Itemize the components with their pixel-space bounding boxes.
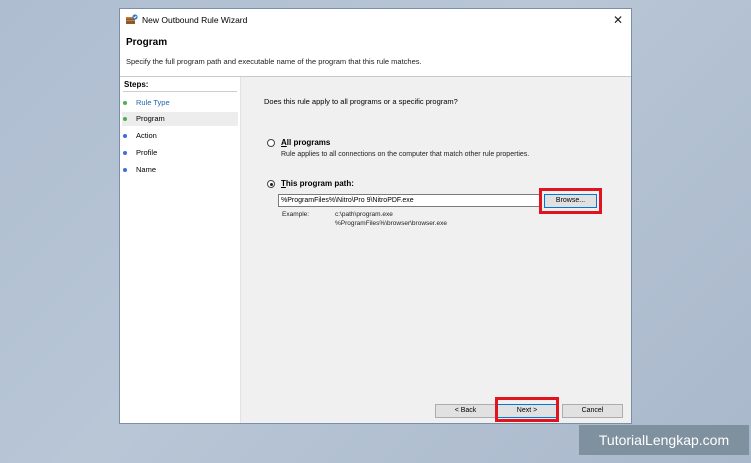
step-name[interactable]: Name bbox=[122, 163, 238, 177]
step-program[interactable]: Program bbox=[122, 112, 238, 126]
content-panel: Does this rule apply to all programs or … bbox=[241, 77, 631, 423]
title-bar: New Outbound Rule Wizard ✕ bbox=[120, 9, 631, 31]
steps-panel: Steps: Rule Type Program Action Profile … bbox=[120, 77, 241, 423]
steps-divider bbox=[123, 91, 237, 92]
example-line: %ProgramFiles%\browser\browser.exe bbox=[335, 220, 447, 227]
step-label: Rule Type bbox=[136, 98, 170, 107]
step-todo-dot bbox=[123, 168, 127, 172]
step-action[interactable]: Action bbox=[122, 129, 238, 143]
back-button[interactable]: < Back bbox=[435, 404, 496, 418]
step-profile[interactable]: Profile bbox=[122, 146, 238, 160]
scope-question: Does this rule apply to all programs or … bbox=[264, 97, 458, 106]
label-text: his program path: bbox=[285, 179, 354, 188]
window-title: New Outbound Rule Wizard bbox=[142, 15, 248, 25]
watermark: TutorialLengkap.com bbox=[579, 425, 749, 455]
label-text: ll programs bbox=[286, 138, 331, 147]
page-description: Specify the full program path and execut… bbox=[126, 57, 422, 66]
step-label: Profile bbox=[136, 148, 158, 157]
example-line: c:\path\program.exe bbox=[335, 211, 393, 218]
step-done-dot bbox=[123, 101, 127, 105]
step-label: Action bbox=[136, 131, 157, 140]
wizard-window: New Outbound Rule Wizard ✕ Program Speci… bbox=[119, 8, 632, 424]
all-programs-label[interactable]: All programs bbox=[281, 138, 330, 147]
step-label: Name bbox=[136, 165, 157, 174]
next-highlight-box bbox=[495, 397, 559, 422]
step-todo-dot bbox=[123, 151, 127, 155]
all-programs-description: Rule applies to all connections on the c… bbox=[281, 151, 530, 158]
all-programs-radio[interactable] bbox=[267, 139, 275, 147]
browse-highlight-box bbox=[539, 188, 602, 214]
program-path-input[interactable]: %ProgramFiles%\Nitro\Pro 9\NitroPDF.exe bbox=[278, 194, 540, 207]
wizard-header: Program Specify the full program path an… bbox=[120, 31, 631, 77]
this-program-label[interactable]: This program path: bbox=[281, 179, 354, 188]
step-rule-type[interactable]: Rule Type bbox=[122, 96, 238, 110]
close-icon[interactable]: ✕ bbox=[609, 11, 627, 29]
page-title: Program bbox=[126, 37, 168, 48]
this-program-radio[interactable] bbox=[267, 180, 275, 188]
example-label: Example: bbox=[282, 211, 310, 218]
firewall-rule-icon bbox=[126, 14, 138, 24]
cancel-button[interactable]: Cancel bbox=[562, 404, 623, 418]
step-current-dot bbox=[123, 117, 127, 121]
step-todo-dot bbox=[123, 134, 127, 138]
step-label: Program bbox=[136, 114, 165, 123]
steps-title: Steps: bbox=[124, 80, 149, 89]
